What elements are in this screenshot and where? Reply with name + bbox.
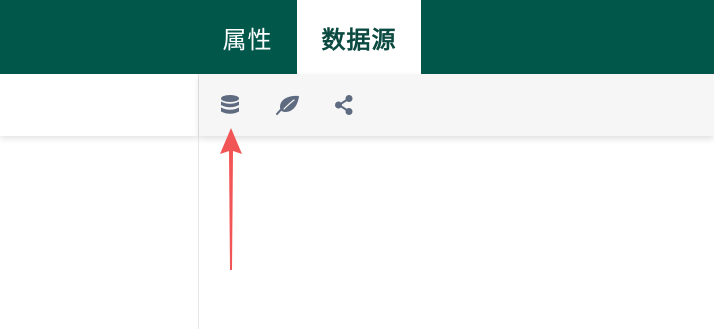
data-source-toolbar (199, 74, 714, 136)
tab-data-source[interactable]: 数据源 (297, 0, 421, 74)
annotation-arrow (220, 128, 242, 270)
database-button[interactable] (216, 91, 244, 119)
leaf-button[interactable] (274, 91, 302, 119)
share-icon (335, 95, 353, 115)
top-header-bar: 属性 数据源 (0, 0, 714, 74)
leaf-icon (276, 95, 299, 115)
database-icon (221, 95, 239, 114)
left-panel-header (0, 74, 198, 136)
share-button[interactable] (330, 91, 358, 119)
tab-properties[interactable]: 属性 (198, 0, 297, 74)
